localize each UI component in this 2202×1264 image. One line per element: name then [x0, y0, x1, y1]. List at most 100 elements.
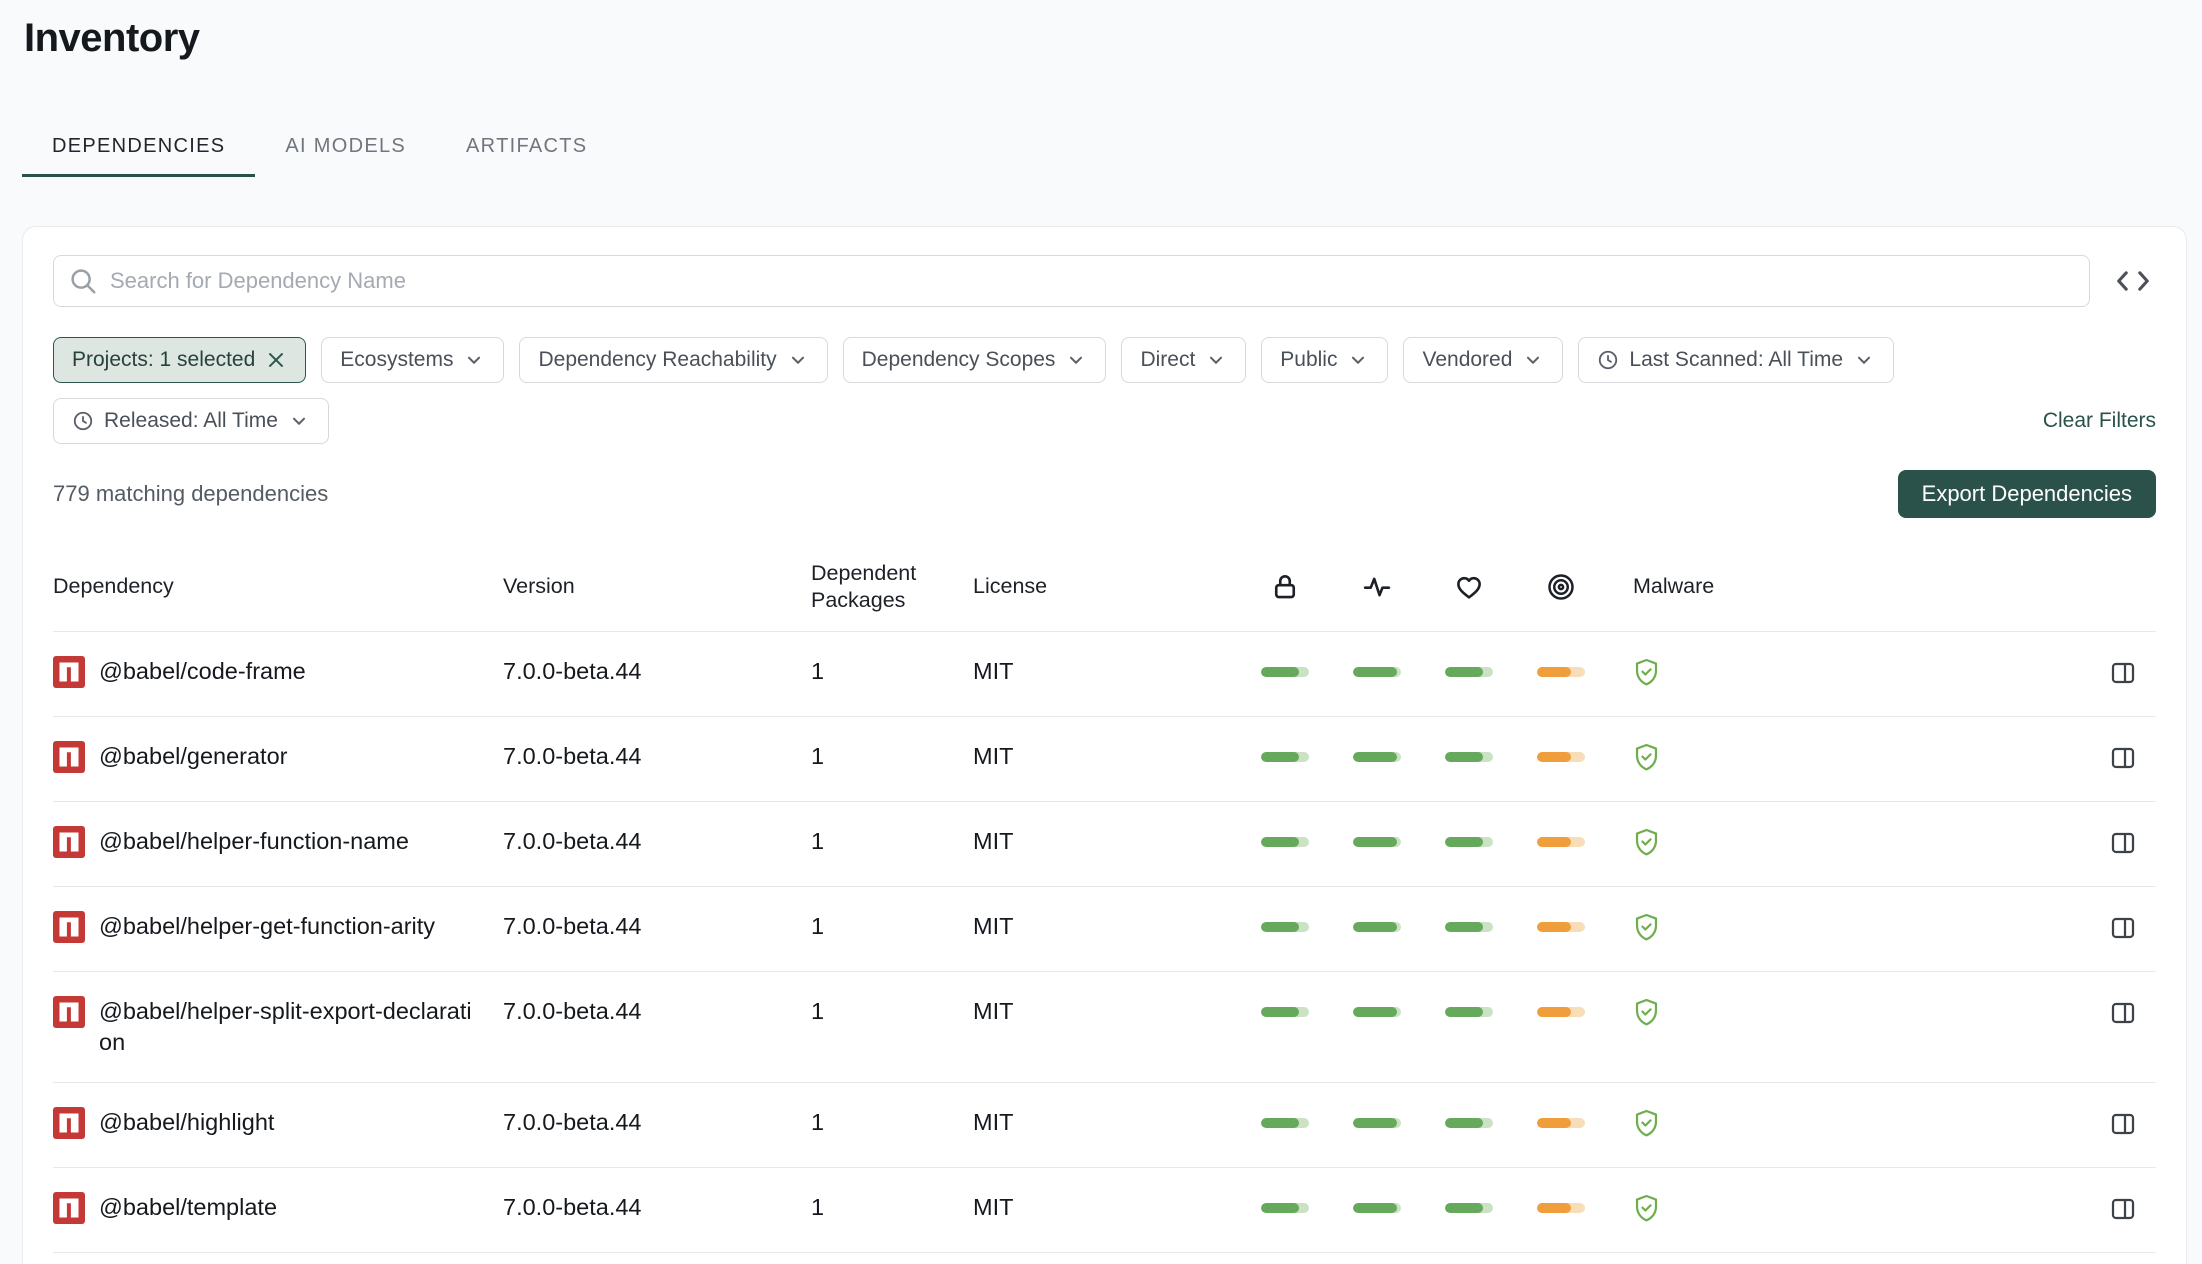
open-side-panel-button[interactable] [2108, 998, 2156, 1028]
vulnerability-score-bar [1537, 837, 1585, 847]
npm-icon [53, 911, 85, 943]
chevron-down-icon [1205, 349, 1227, 371]
column-header-license: License [973, 573, 1261, 600]
search-input[interactable] [110, 268, 2075, 294]
dependent-packages-count: 1 [811, 996, 973, 1027]
dependent-packages-count: 1 [811, 1107, 973, 1138]
open-side-panel-button[interactable] [2108, 1194, 2156, 1224]
filter-chip-label: Last Scanned: All Time [1629, 348, 1843, 372]
dependency-version: 7.0.0-beta.44 [503, 826, 811, 857]
quality-score-bar [1353, 752, 1401, 762]
npm-icon [53, 826, 85, 858]
table-row[interactable]: @babel/generator 7.0.0-beta.44 1 MIT [53, 717, 2156, 802]
open-side-panel-button[interactable] [2108, 913, 2156, 943]
search-row [53, 255, 2156, 307]
npm-icon [53, 1192, 85, 1224]
filter-chip-dependency-scopes[interactable]: Dependency Scopes [843, 337, 1107, 383]
side-panel-icon [2108, 743, 2138, 773]
dependencies-panel: Projects: 1 selected Ecosystems Dependen… [22, 226, 2187, 1264]
security-score-bar [1261, 667, 1309, 677]
shield-check-icon [1633, 998, 1660, 1027]
dependency-version: 7.0.0-beta.44 [503, 656, 811, 687]
vulnerability-score-bar [1537, 1203, 1585, 1213]
license-value: MIT [973, 1107, 1261, 1138]
tab-ai-models[interactable]: AI MODELS [255, 117, 436, 177]
close-icon[interactable] [265, 349, 287, 371]
filter-chip-vendored[interactable]: Vendored [1403, 337, 1563, 383]
open-side-panel-button[interactable] [2108, 658, 2156, 688]
side-panel-icon [2108, 998, 2138, 1028]
dependency-name: @babel/helper-split-export-declaration [99, 996, 474, 1058]
code-view-button[interactable] [2112, 260, 2154, 302]
filter-chip-dependency-reachability[interactable]: Dependency Reachability [519, 337, 827, 383]
filter-chip-last-scanned-all-time[interactable]: Last Scanned: All Time [1578, 337, 1894, 383]
clock-icon [1597, 349, 1619, 371]
results-row: 779 matching dependencies Export Depende… [53, 470, 2156, 518]
table-row[interactable]: @babel/code-frame 7.0.0-beta.44 1 MIT [53, 632, 2156, 717]
security-score-bar [1261, 922, 1309, 932]
dependent-packages-count: 1 [811, 741, 973, 772]
quality-score-bar [1353, 1118, 1401, 1128]
table-row[interactable]: @babel/highlight 7.0.0-beta.44 1 MIT [53, 1083, 2156, 1168]
maintenance-score-bar [1445, 667, 1493, 677]
filter-chip-projects-1-selected[interactable]: Projects: 1 selected [53, 337, 306, 383]
quality-score-bar [1353, 1203, 1401, 1213]
table-row[interactable]: @babel/helper-split-export-declaration 7… [53, 972, 2156, 1083]
filter-chip-ecosystems[interactable]: Ecosystems [321, 337, 504, 383]
filter-chip-label: Released: All Time [104, 409, 278, 433]
shield-check-icon [1633, 1109, 1660, 1138]
filter-chip-direct[interactable]: Direct [1121, 337, 1246, 383]
vulnerability-score-bar [1537, 922, 1585, 932]
dependency-version: 7.0.0-beta.44 [503, 1107, 811, 1138]
dependency-name: @babel/template [99, 1192, 277, 1223]
open-side-panel-button[interactable] [2108, 743, 2156, 773]
dependency-name: @babel/highlight [99, 1107, 274, 1138]
filter-chip-label: Vendored [1422, 348, 1512, 372]
chevron-down-icon [1522, 349, 1544, 371]
license-value: MIT [973, 826, 1261, 857]
side-panel-icon [2108, 913, 2138, 943]
dependent-packages-count: 1 [811, 1192, 973, 1223]
results-count: 779 matching dependencies [53, 481, 328, 507]
column-header-dependent-packages: Dependent Packages [811, 560, 973, 614]
npm-icon [53, 741, 85, 773]
tab-label: DEPENDENCIES [52, 135, 225, 157]
tab-label: AI MODELS [285, 135, 406, 157]
vulnerability-score-bar [1537, 1118, 1585, 1128]
clear-filters-button[interactable]: Clear Filters [2043, 409, 2156, 433]
export-dependencies-button[interactable]: Export Dependencies [1898, 470, 2156, 518]
open-side-panel-button[interactable] [2108, 1109, 2156, 1139]
search-box[interactable] [53, 255, 2090, 307]
license-value: MIT [973, 656, 1261, 687]
security-score-bar [1261, 1203, 1309, 1213]
filter-chip-released-all-time[interactable]: Released: All Time [53, 398, 329, 444]
open-side-panel-button[interactable] [2108, 828, 2156, 858]
license-value: MIT [973, 1192, 1261, 1223]
column-header-quality [1353, 572, 1401, 602]
dependency-version: 7.0.0-beta.44 [503, 996, 811, 1027]
page-title: Inventory [24, 16, 2202, 61]
tab-dependencies[interactable]: DEPENDENCIES [22, 117, 255, 177]
tab-artifacts[interactable]: ARTIFACTS [436, 117, 617, 177]
shield-check-icon [1633, 743, 1660, 772]
table-row[interactable]: @babel/helper-get-function-arity 7.0.0-b… [53, 887, 2156, 972]
quality-score-bar [1353, 1007, 1401, 1017]
column-header-dependency: Dependency [53, 573, 503, 600]
maintenance-score-bar [1445, 752, 1493, 762]
column-header-security [1261, 572, 1309, 602]
filter-chip-public[interactable]: Public [1261, 337, 1388, 383]
license-value: MIT [973, 996, 1261, 1027]
quality-score-bar [1353, 667, 1401, 677]
chevron-down-icon [1853, 349, 1875, 371]
maintenance-score-bar [1445, 922, 1493, 932]
search-icon [68, 266, 98, 296]
filter-chip-label: Dependency Scopes [862, 348, 1056, 372]
column-header-malware: Malware [1629, 573, 2108, 600]
table-row[interactable]: @babel/template 7.0.0-beta.44 1 MIT [53, 1168, 2156, 1253]
heart-icon [1454, 572, 1484, 602]
side-panel-icon [2108, 828, 2138, 858]
license-value: MIT [973, 741, 1261, 772]
table-row[interactable]: @babel/helper-function-name 7.0.0-beta.4… [53, 802, 2156, 887]
security-score-bar [1261, 1007, 1309, 1017]
shield-check-icon [1633, 913, 1660, 942]
